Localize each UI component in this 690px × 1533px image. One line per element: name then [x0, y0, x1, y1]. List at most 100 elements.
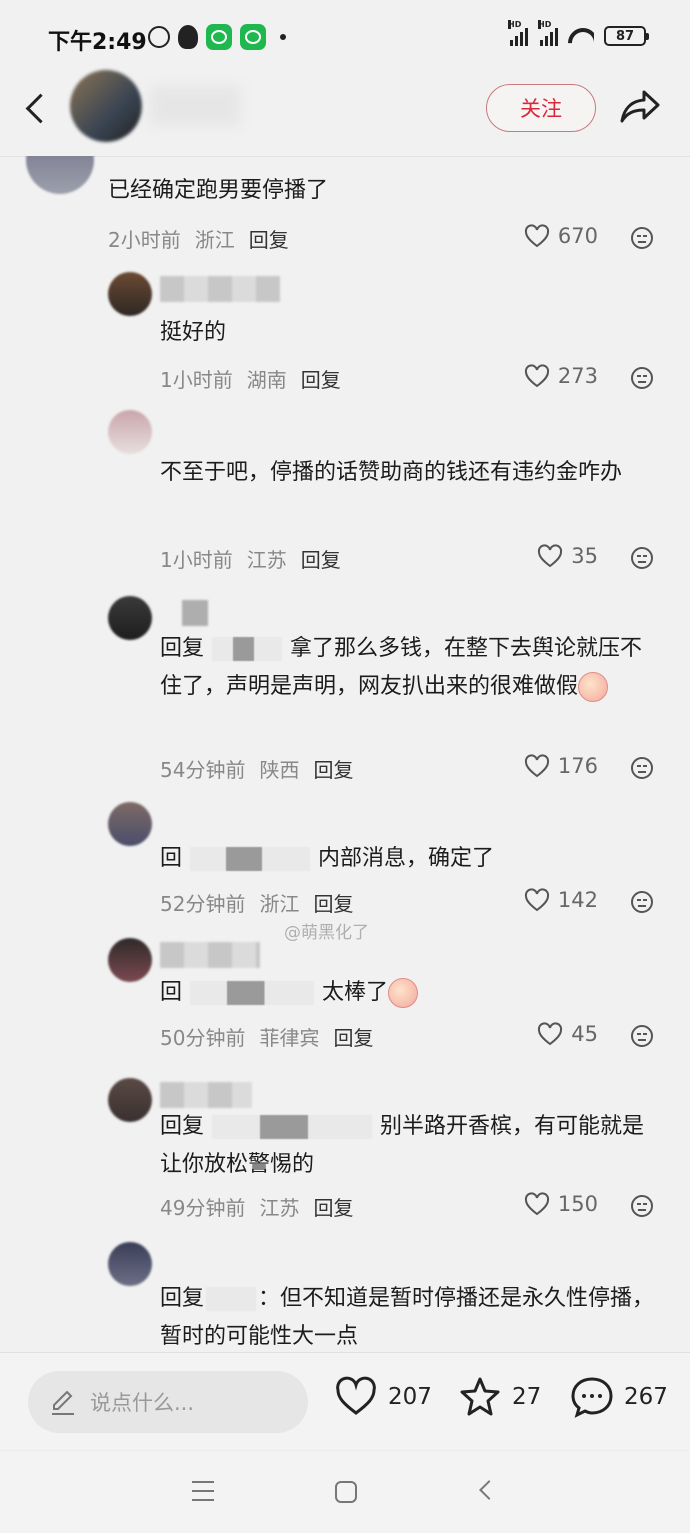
reply-button[interactable]: 回复	[333, 1022, 373, 1051]
username-blurred	[160, 276, 280, 302]
comment-time: 54分钟前	[160, 758, 246, 782]
dislike-icon[interactable]	[630, 890, 654, 914]
comment-location: 菲律宾	[259, 1026, 320, 1050]
like-count: 45	[571, 1022, 598, 1046]
dislike-icon[interactable]	[630, 546, 654, 570]
dislike-icon[interactable]	[630, 1024, 654, 1048]
comment-location: 浙江	[194, 228, 235, 252]
back-button[interactable]	[22, 86, 56, 130]
comment-time: 49分钟前	[160, 1196, 246, 1220]
comment-location: 江苏	[259, 1196, 300, 1220]
like-count: 142	[557, 888, 598, 912]
like-post-button[interactable]: 207	[334, 1375, 432, 1419]
avatar[interactable]	[108, 802, 152, 846]
heart-icon	[538, 544, 563, 568]
bottom-action-bar: 说点什么... 207 27 267	[0, 1352, 690, 1450]
comment-text: 挺好的	[160, 320, 227, 345]
dislike-icon[interactable]	[630, 756, 654, 780]
comment-text: 回内部消息，确定了	[160, 846, 495, 871]
username-blurred	[160, 942, 260, 968]
wechat-icon	[206, 24, 232, 50]
reply-button[interactable]: 回复	[301, 544, 341, 573]
comment-text: 已经确定跑男要停播了	[108, 178, 329, 203]
heart-icon	[524, 1192, 549, 1216]
author-avatar[interactable]	[70, 70, 142, 142]
home-icon[interactable]	[335, 1481, 357, 1503]
favorite-button[interactable]: 27	[458, 1375, 541, 1419]
mention-blurred	[206, 1287, 257, 1311]
heart-icon	[524, 888, 549, 912]
like-count: 150	[557, 1192, 598, 1216]
username-blurred	[182, 600, 208, 626]
like-count: 670	[557, 224, 598, 248]
avatar[interactable]	[26, 156, 94, 194]
reply-button[interactable]: 回复	[313, 754, 353, 783]
like-button[interactable]: 176	[524, 754, 598, 778]
username-blurred	[160, 1082, 252, 1108]
star-icon	[460, 1377, 500, 1416]
crying-emoji-icon	[578, 672, 609, 702]
author-name-blurred	[150, 86, 240, 126]
comment-bubble-icon	[571, 1377, 613, 1418]
watermark: @萌黑化了	[284, 923, 369, 943]
like-count: 273	[557, 364, 598, 388]
follow-button[interactable]: 关注	[486, 84, 596, 132]
avatar[interactable]	[108, 596, 152, 640]
dislike-icon[interactable]	[630, 366, 654, 390]
menu-icon[interactable]	[192, 1481, 214, 1501]
comment-text: 回复 拿了那么多钱，在整下去舆论就压不住了，声明是声明，网友扒出来的很难做假	[160, 630, 660, 706]
header: 关注	[0, 70, 690, 156]
comments-button[interactable]: 267	[570, 1375, 668, 1419]
reply-button[interactable]: 回复	[249, 224, 289, 253]
battery-icon: 87	[604, 26, 649, 46]
signal-icon: HD	[538, 20, 558, 46]
signal-icon: HD	[508, 20, 528, 46]
like-count: 176	[557, 754, 598, 778]
avatar[interactable]	[108, 1078, 152, 1122]
heart-icon	[524, 224, 549, 248]
avatar[interactable]	[108, 410, 152, 454]
status-time: 下午2:49	[48, 30, 147, 55]
like-button[interactable]: 45	[537, 1022, 598, 1046]
avatar[interactable]	[108, 938, 152, 982]
like-count: 35	[571, 544, 598, 568]
comment-time: 1小时前	[160, 368, 233, 392]
nav-back-icon[interactable]	[479, 1480, 499, 1500]
avatar[interactable]	[108, 272, 152, 316]
reply-button[interactable]: 回复	[301, 364, 341, 393]
comment-text: 回太棒了	[160, 974, 660, 1012]
comment-count: 267	[624, 1384, 668, 1410]
like-button[interactable]: 670	[524, 224, 598, 248]
comment-location: 陕西	[259, 758, 300, 782]
system-nav-bar	[0, 1450, 690, 1533]
like-button[interactable]: 35	[537, 544, 598, 568]
comment-location: 湖南	[246, 368, 287, 392]
smile-emoji-icon	[388, 978, 419, 1008]
share-icon[interactable]	[618, 86, 662, 126]
avatar[interactable]	[108, 1242, 152, 1286]
comment-list: 已经确定跑男要停播了 2小时前 浙江 回复 670 挺好的 1小时前 湖南 回复…	[0, 156, 690, 1352]
mention-blurred	[190, 847, 311, 871]
comment-text: 回复 别半路开香槟，有可能就是让你放松警惕的	[160, 1114, 645, 1177]
like-button[interactable]: 273	[524, 364, 598, 388]
comment-input[interactable]: 说点什么...	[28, 1371, 308, 1433]
mention-blurred	[212, 637, 283, 661]
heart-icon	[524, 754, 549, 778]
pen-icon	[52, 1390, 74, 1415]
alarm-icon	[148, 26, 170, 48]
comment-location: 江苏	[246, 548, 287, 572]
wifi-icon	[568, 26, 594, 46]
reply-button[interactable]: 回复	[313, 888, 353, 917]
like-button[interactable]: 150	[524, 1192, 598, 1216]
comment-text: 不至于吧，停播的话赞助商的钱还有违约金咋办	[160, 460, 623, 485]
like-button[interactable]: 142	[524, 888, 598, 912]
reply-button[interactable]: 回复	[313, 1192, 353, 1221]
comment-time: 50分钟前	[160, 1026, 246, 1050]
dislike-icon[interactable]	[630, 1194, 654, 1218]
dislike-icon[interactable]	[630, 226, 654, 250]
post-like-count: 207	[388, 1384, 432, 1410]
wechat-icon	[240, 24, 266, 50]
mention-blurred	[212, 1115, 373, 1139]
comment-location: 浙江	[259, 892, 300, 916]
mention-blurred	[190, 981, 315, 1005]
